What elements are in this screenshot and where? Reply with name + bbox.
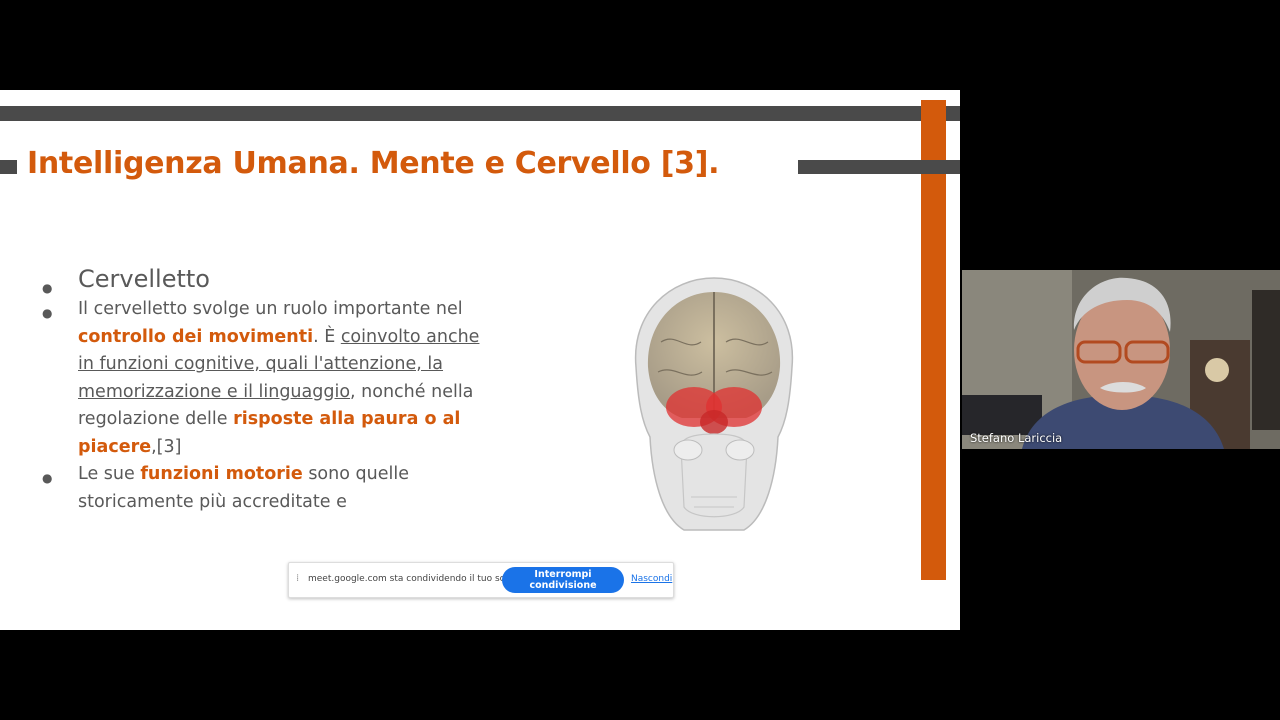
stop-sharing-button[interactable]: Interrompi condivisione (502, 567, 624, 593)
mouse-cursor (956, 616, 958, 628)
slide-title: Intelligenza Umana. Mente e Cervello [3]… (27, 146, 720, 181)
title-right-bar (798, 160, 960, 174)
bullet-list: Cervelletto Il cervelletto svolge un ruo… (42, 264, 482, 516)
screen-share-notification: ⁞ meet.google.com sta condividendo il tu… (288, 562, 674, 598)
slide-top-bar (0, 106, 960, 121)
highlight-funzioni: funzioni motorie (140, 464, 303, 484)
text-span: Le sue (78, 464, 141, 484)
title-left-bar (0, 160, 17, 174)
drag-handle-icon[interactable]: ⁞ (296, 573, 299, 584)
participant-video-feed (962, 270, 1280, 449)
hide-link[interactable]: Nascondi (631, 574, 672, 584)
text-span: . È (313, 326, 341, 347)
text-span: Il cervelletto svolge un ruolo important… (78, 299, 463, 319)
highlight-movimenti: controllo dei movimenti (78, 326, 314, 347)
shared-slide: Intelligenza Umana. Mente e Cervello [3]… (0, 90, 960, 630)
bullet-cervelletto: Cervelletto (42, 264, 482, 303)
participant-video-tile[interactable]: Stefano Lariccia (962, 270, 1280, 449)
bullet-description: Il cervelletto svolge un ruolo important… (42, 296, 482, 461)
text-span: ,[3] (151, 436, 182, 457)
bullet-text: Cervelletto (78, 265, 210, 293)
brain-skull-image (634, 277, 794, 531)
participant-name: Stefano Lariccia (970, 431, 1063, 445)
bullet-funzioni: Le sue funzioni motorie sono quelle stor… (42, 461, 482, 516)
